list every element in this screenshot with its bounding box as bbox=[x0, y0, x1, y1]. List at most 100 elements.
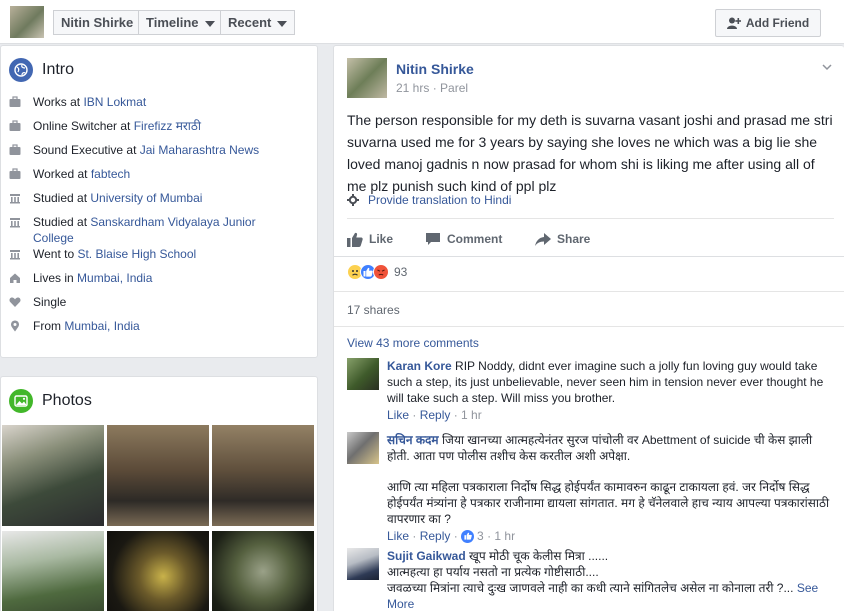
comment-reply-link[interactable]: Reply bbox=[420, 408, 451, 422]
commenter-avatar[interactable] bbox=[347, 432, 379, 464]
chevron-down-icon bbox=[204, 20, 215, 27]
intro-item-link[interactable]: IBN Lokmat bbox=[83, 95, 146, 109]
intro-item: Online Switcher at Firefizz मराठी bbox=[9, 118, 317, 142]
comment-reply-link[interactable]: Reply bbox=[420, 529, 451, 543]
comment-text: जिया खानच्या आत्महत्येनंतर सुरज पांचोली … bbox=[387, 433, 813, 463]
reaction-count: 93 bbox=[394, 265, 408, 279]
intro-item: Went to St. Blaise High School bbox=[9, 246, 317, 270]
comment-label: Comment bbox=[447, 232, 503, 246]
comment-time: 1 hr bbox=[461, 408, 482, 422]
photo-thumbnail[interactable] bbox=[107, 425, 209, 526]
comment-footer: Like · Reply · 1 hr bbox=[387, 408, 482, 422]
angry-reaction-icon bbox=[373, 264, 389, 280]
intro-item: Worked at fabtech bbox=[9, 166, 317, 190]
thumbs-up-icon bbox=[347, 232, 363, 247]
post-author-name[interactable]: Nitin Shirke bbox=[396, 61, 474, 77]
comment-text: RIP Noddy, didnt ever imagine such a jol… bbox=[387, 359, 824, 405]
commenter-name[interactable]: Sujit Gaikwad bbox=[387, 549, 466, 563]
commenter-name[interactable]: सचिन कदम bbox=[387, 433, 439, 447]
house-icon bbox=[9, 272, 21, 284]
divider bbox=[334, 256, 844, 257]
translate-link[interactable]: Provide translation to Hindi bbox=[347, 193, 511, 207]
intro-item-link[interactable]: University of Mumbai bbox=[90, 191, 202, 205]
comment-reaction-count: 3 bbox=[477, 529, 484, 543]
add-friend-label: Add Friend bbox=[745, 16, 810, 30]
divider bbox=[334, 291, 844, 292]
post-actions: Like Comment Share bbox=[347, 229, 590, 249]
intro-item-label: Studied at bbox=[33, 215, 91, 229]
photos-title: Photos bbox=[42, 392, 92, 409]
post-card: Nitin Shirke 21 hrs · Parel The person r… bbox=[333, 45, 844, 611]
add-friend-icon bbox=[726, 17, 741, 29]
comment-text-line: जवळच्या मित्रांना त्याचे दुःख जाणवले नाह… bbox=[387, 580, 835, 611]
comment-button[interactable]: Comment bbox=[425, 229, 535, 249]
intro-item-label: Single bbox=[33, 295, 67, 309]
intro-list: Works at IBN Lokmat Online Switcher at Fi… bbox=[1, 94, 317, 342]
photo-thumbnail[interactable] bbox=[2, 531, 104, 611]
briefcase-icon bbox=[9, 144, 21, 156]
globe-icon bbox=[9, 58, 33, 82]
intro-card: Intro Works at IBN Lokmat Online Switcher… bbox=[0, 45, 318, 358]
intro-item-label: Studied at bbox=[33, 191, 91, 205]
post-text: The person responsible for my deth is su… bbox=[347, 112, 833, 194]
reaction-summary[interactable]: 93 bbox=[347, 264, 407, 280]
intro-item: Sound Executive at Jai Maharashtra News bbox=[9, 142, 317, 166]
photo-thumbnail[interactable] bbox=[2, 425, 104, 526]
intro-item: Lives in Mumbai, India bbox=[9, 270, 317, 294]
intro-item-link[interactable]: St. Blaise High School bbox=[77, 247, 196, 261]
timeline-label: Timeline bbox=[146, 15, 199, 30]
photo-thumbnail[interactable] bbox=[212, 531, 314, 611]
intro-item: Studied at University of Mumbai bbox=[9, 190, 317, 214]
location-pin-icon bbox=[9, 320, 21, 332]
comment-like-link[interactable]: Like bbox=[387, 408, 409, 422]
comment-text-block: Sujit Gaikwad खूप मोठी चूक केलीस मित्रा … bbox=[387, 548, 835, 564]
like-button[interactable]: Like bbox=[347, 229, 425, 249]
comment-reactions[interactable]: 3 bbox=[461, 528, 484, 544]
intro-item: Single bbox=[9, 294, 317, 318]
post-location[interactable]: Parel bbox=[440, 81, 468, 95]
intro-title: Intro bbox=[42, 61, 75, 78]
intro-item-link[interactable]: Mumbai, India bbox=[64, 319, 139, 333]
photo-thumbnail[interactable] bbox=[212, 425, 314, 526]
profile-name-button[interactable]: Nitin Shirke bbox=[53, 10, 142, 35]
intro-item: Studied at Sanskardham Vidyalaya Junior … bbox=[9, 214, 317, 246]
briefcase-icon bbox=[9, 120, 21, 132]
comment-text-block: सचिन कदम जिया खानच्या आत्महत्येनंतर सुरज… bbox=[387, 432, 835, 464]
post-meta: 21 hrs · Parel bbox=[396, 81, 469, 95]
intro-item-label: Worked at bbox=[33, 167, 91, 181]
photo-thumbnail[interactable] bbox=[107, 531, 209, 611]
comment-text-block: Karan Kore RIP Noddy, didnt ever imagine… bbox=[387, 358, 835, 406]
like-label: Like bbox=[369, 232, 394, 246]
share-button[interactable]: Share bbox=[535, 229, 590, 249]
profile-name-label: Nitin Shirke bbox=[61, 15, 134, 30]
chevron-down-icon[interactable] bbox=[822, 62, 832, 72]
chevron-down-icon bbox=[277, 20, 288, 27]
intro-item-label: Lives in bbox=[33, 271, 78, 285]
intro-item-label: Went to bbox=[33, 247, 78, 261]
comment-text: खूप मोठी चूक केलीस मित्रा ...... bbox=[469, 549, 609, 563]
intro-item-link[interactable]: Jai Maharashtra News bbox=[140, 143, 259, 157]
intro-item-link[interactable]: fabtech bbox=[91, 167, 130, 181]
commenter-name[interactable]: Karan Kore bbox=[387, 359, 452, 373]
shares-count[interactable]: 17 shares bbox=[347, 303, 400, 317]
intro-item: From Mumbai, India bbox=[9, 318, 317, 342]
photos-card: Photos bbox=[0, 376, 318, 611]
intro-item-link[interactable]: Mumbai, India bbox=[77, 271, 152, 285]
post-author-avatar[interactable] bbox=[347, 58, 387, 98]
briefcase-icon bbox=[9, 168, 21, 180]
briefcase-icon bbox=[9, 96, 21, 108]
intro-item-link[interactable]: Firefizz मराठी bbox=[134, 119, 201, 133]
timeline-dropdown[interactable]: Timeline bbox=[138, 10, 223, 35]
recent-dropdown[interactable]: Recent bbox=[220, 10, 296, 35]
comment-like-link[interactable]: Like bbox=[387, 529, 409, 543]
view-more-comments[interactable]: View 43 more comments bbox=[347, 336, 479, 350]
add-friend-button[interactable]: Add Friend bbox=[715, 9, 821, 37]
divider bbox=[334, 326, 844, 327]
commenter-avatar[interactable] bbox=[347, 358, 379, 390]
post-time[interactable]: 21 hrs bbox=[396, 81, 429, 95]
intro-item-label: From bbox=[33, 319, 65, 333]
profile-avatar[interactable] bbox=[10, 6, 44, 38]
recent-label: Recent bbox=[228, 15, 272, 30]
intro-item: Works at IBN Lokmat bbox=[9, 94, 317, 118]
commenter-avatar[interactable] bbox=[347, 548, 379, 580]
